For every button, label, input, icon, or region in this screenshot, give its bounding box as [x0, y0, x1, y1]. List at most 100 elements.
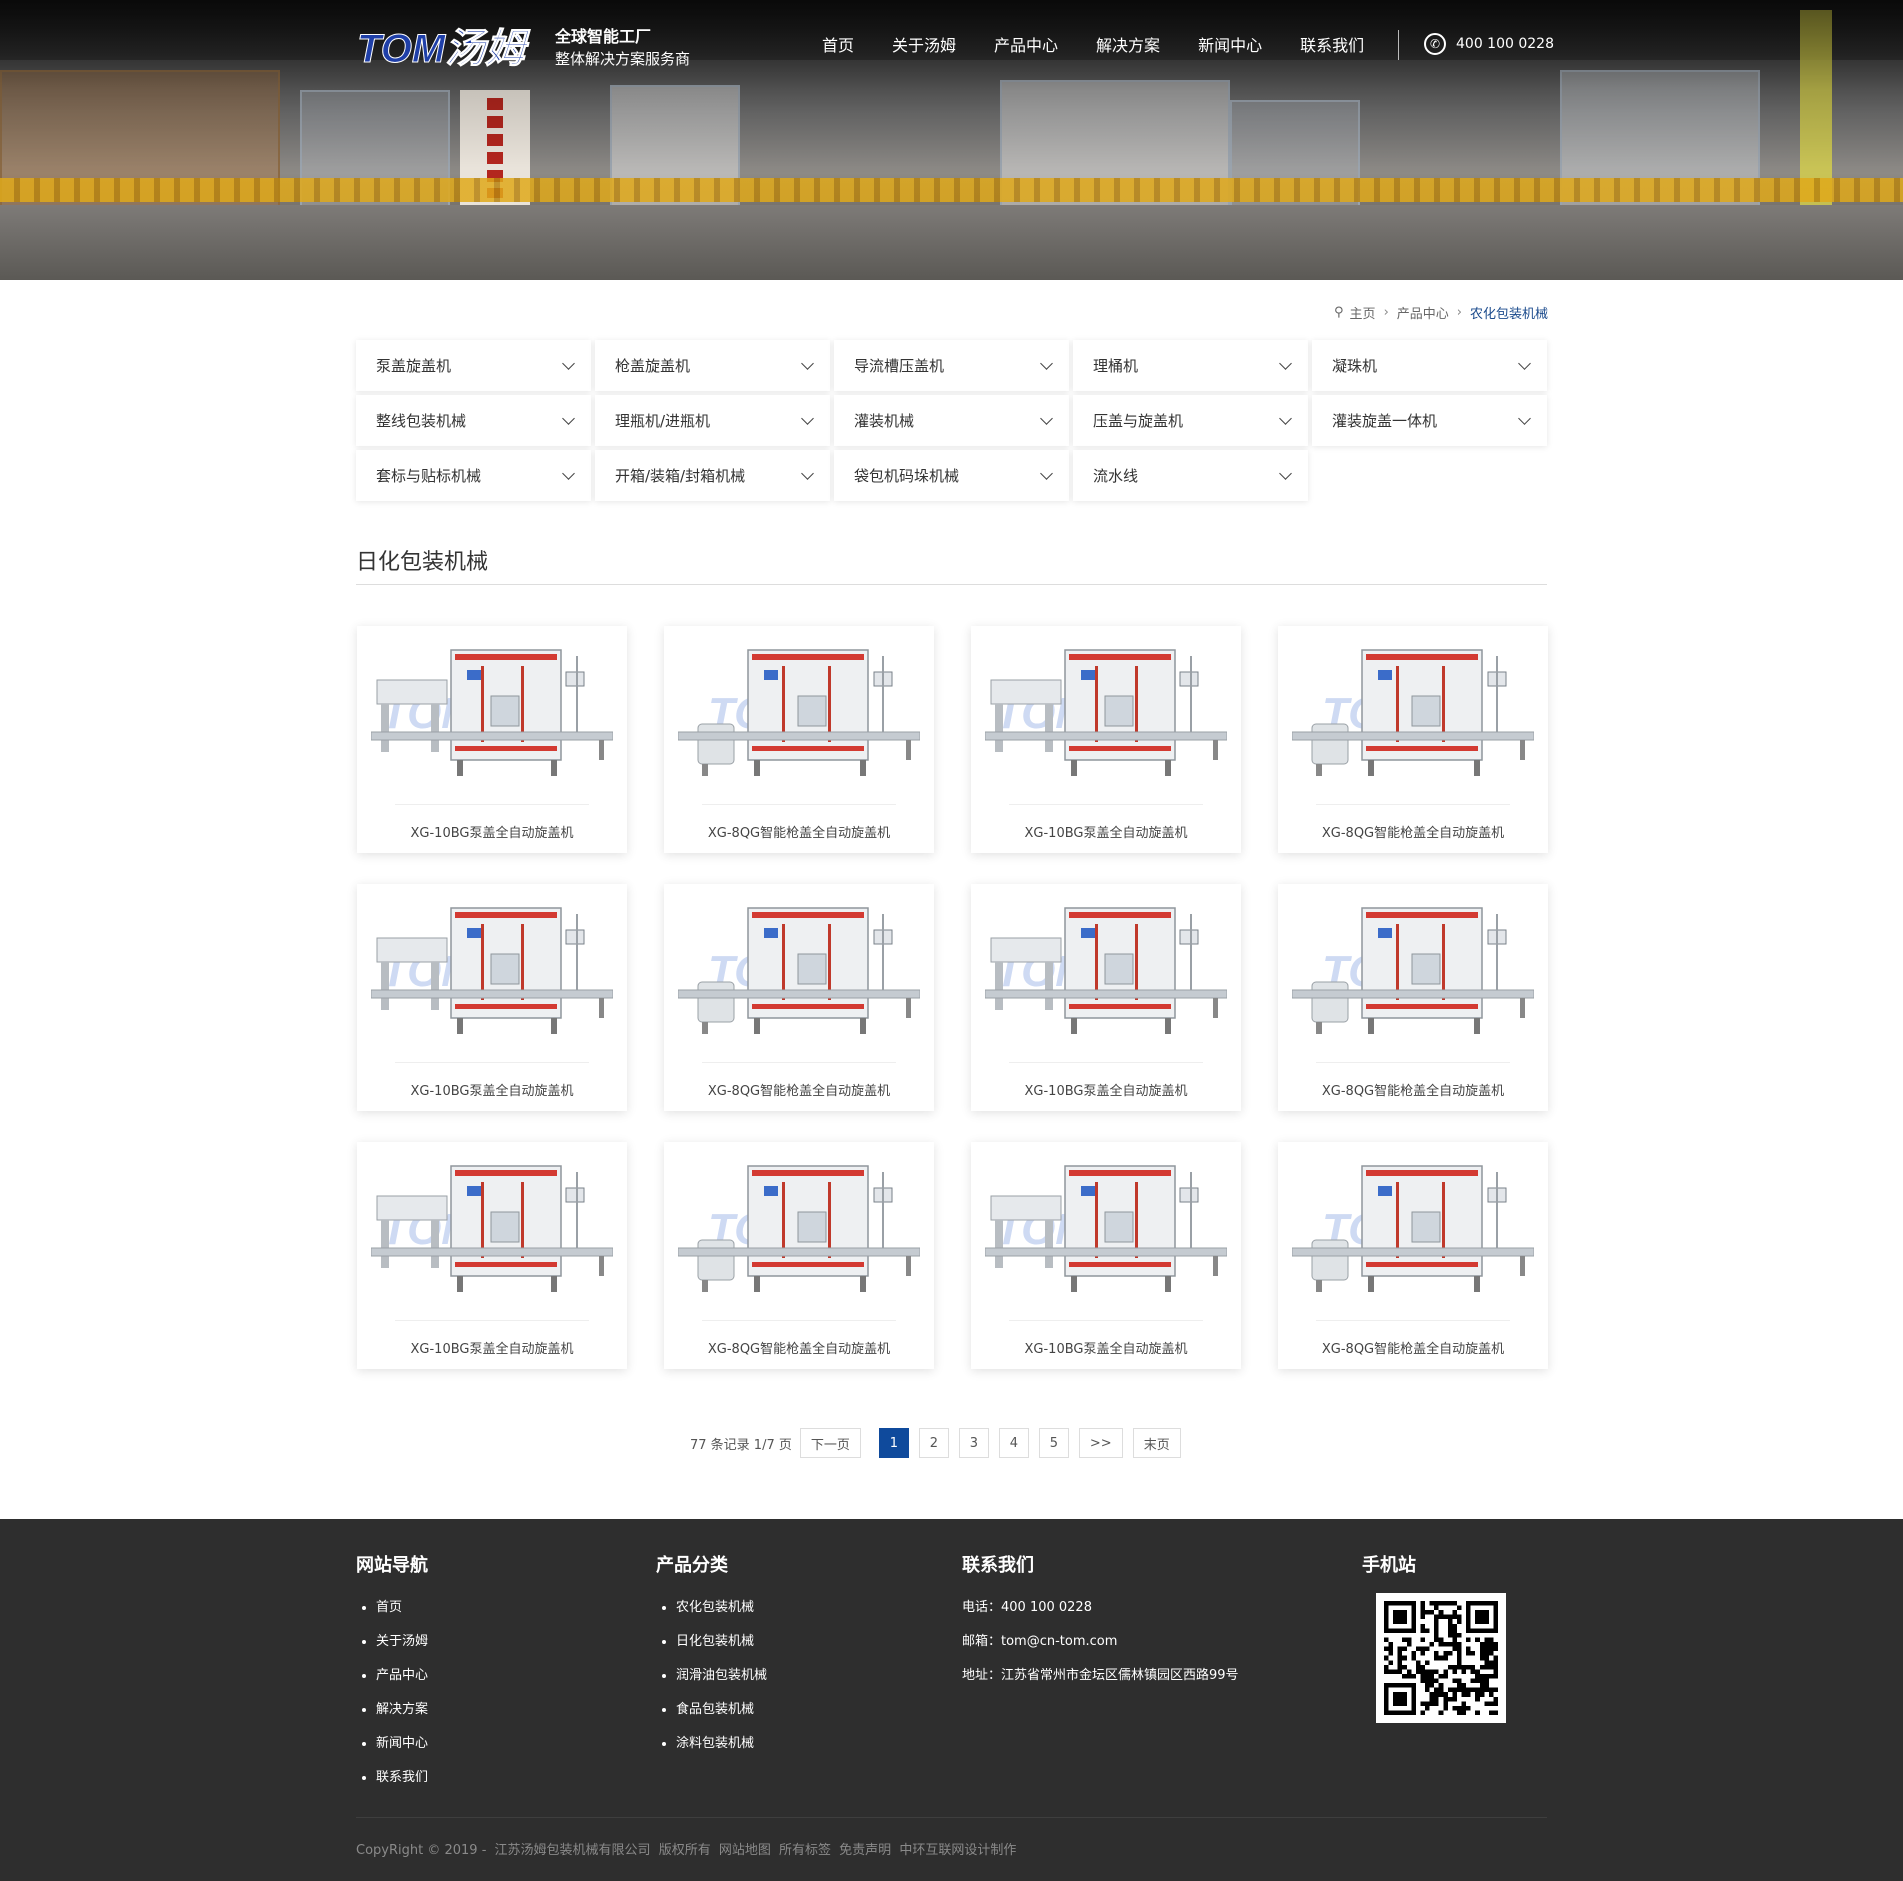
site-logo[interactable]: TOM汤姆: [355, 24, 535, 71]
category-label: 整线包装机械: [376, 412, 467, 430]
page-button[interactable]: 2: [918, 1428, 949, 1458]
nav-products[interactable]: 产品中心: [994, 34, 1058, 58]
footer-nav-link[interactable]: 首页: [356, 1591, 428, 1625]
product-name[interactable]: XG-8QG智能枪盖全自动旋盖机: [664, 1080, 934, 1099]
product-name[interactable]: XG-10BG泵盖全自动旋盖机: [971, 822, 1241, 841]
page-button[interactable]: 3: [958, 1428, 989, 1458]
nav-news[interactable]: 新闻中心: [1198, 34, 1262, 58]
chevron-down-icon: [1279, 356, 1292, 370]
breadcrumb-current[interactable]: 农化包装机械: [1470, 303, 1548, 322]
category-item[interactable]: 压盖与旋盖机: [1073, 395, 1308, 446]
footer-cat-link[interactable]: 农化包装机械: [656, 1591, 767, 1625]
footer-cat-link[interactable]: 涂料包装机械: [656, 1727, 767, 1761]
category-item[interactable]: 流水线: [1073, 450, 1308, 501]
more-pages-button[interactable]: >>: [1078, 1428, 1123, 1458]
chevron-down-icon: [1040, 466, 1053, 480]
page-button[interactable]: 4: [998, 1428, 1029, 1458]
category-item[interactable]: 灌装机械: [834, 395, 1069, 446]
page-button[interactable]: 5: [1038, 1428, 1069, 1458]
category-item[interactable]: 整线包装机械: [356, 395, 591, 446]
footer-nav: 网站导航 首页 关于汤姆 产品中心 解决方案 新闻中心 联系我们: [356, 1551, 428, 1795]
product-name[interactable]: XG-8QG智能枪盖全自动旋盖机: [664, 822, 934, 841]
breadcrumb-products[interactable]: 产品中心: [1397, 303, 1449, 322]
product-name[interactable]: XG-10BG泵盖全自动旋盖机: [971, 1338, 1241, 1357]
nav-contact[interactable]: 联系我们: [1300, 34, 1364, 58]
product-image[interactable]: TOM: [1291, 894, 1535, 1044]
category-label: 理桶机: [1093, 357, 1139, 375]
product-card[interactable]: TOM XG-10BG泵盖全自动旋盖机: [971, 626, 1241, 853]
product-image[interactable]: TOM: [1291, 1152, 1535, 1302]
product-card[interactable]: TOM XG-8QG智能枪盖全自动旋盖机: [664, 626, 934, 853]
disclaimer-link[interactable]: 免责声明: [839, 1843, 891, 1858]
category-item[interactable]: 凝珠机: [1312, 340, 1547, 391]
nav-about[interactable]: 关于汤姆: [892, 34, 956, 58]
breadcrumb-home[interactable]: 主页: [1350, 303, 1376, 322]
category-item[interactable]: 袋包机码垛机械: [834, 450, 1069, 501]
product-image[interactable]: TOM: [370, 1152, 614, 1302]
footer-nav-link[interactable]: 解决方案: [356, 1693, 428, 1727]
maker-link[interactable]: 中环互联网设计制作: [899, 1843, 1016, 1858]
product-name[interactable]: XG-10BG泵盖全自动旋盖机: [357, 822, 627, 841]
category-item[interactable]: 灌装旋盖一体机: [1312, 395, 1547, 446]
next-page-button[interactable]: 下一页: [799, 1428, 861, 1458]
product-image[interactable]: TOM: [677, 1152, 921, 1302]
category-item[interactable]: 理瓶机/进瓶机: [595, 395, 830, 446]
chevron-down-icon: [1279, 466, 1292, 480]
product-name[interactable]: XG-10BG泵盖全自动旋盖机: [357, 1080, 627, 1099]
footer-categories: 产品分类 农化包装机械 日化包装机械 润滑油包装机械 食品包装机械 涂料包装机械: [656, 1551, 767, 1761]
product-card[interactable]: TOM XG-10BG泵盖全自动旋盖机: [357, 884, 627, 1111]
page-button[interactable]: 1: [878, 1428, 909, 1458]
footer-nav-link[interactable]: 产品中心: [356, 1659, 428, 1693]
product-name[interactable]: XG-10BG泵盖全自动旋盖机: [357, 1338, 627, 1357]
location-pin-icon: ⚲: [1334, 305, 1344, 320]
category-item[interactable]: 理桶机: [1073, 340, 1308, 391]
category-item[interactable]: 枪盖旋盖机: [595, 340, 830, 391]
product-card[interactable]: TOM XG-10BG泵盖全自动旋盖机: [357, 1142, 627, 1369]
footer-nav-link[interactable]: 联系我们: [356, 1761, 428, 1795]
company-link[interactable]: 江苏汤姆包装机械有限公司: [495, 1843, 651, 1858]
product-image[interactable]: TOM: [984, 894, 1228, 1044]
product-name[interactable]: XG-8QG智能枪盖全自动旋盖机: [1278, 822, 1548, 841]
last-page-button[interactable]: 末页: [1132, 1428, 1181, 1458]
chevron-right-icon: ›: [1383, 305, 1389, 320]
footer-cat-link[interactable]: 食品包装机械: [656, 1693, 767, 1727]
product-grid: TOM XG-10BG泵盖全自动旋盖机 TOM: [357, 626, 1548, 1369]
nav-home[interactable]: 首页: [822, 34, 854, 58]
footer-nav-link[interactable]: 新闻中心: [356, 1727, 428, 1761]
product-card[interactable]: TOM XG-8QG智能枪盖全自动旋盖机: [1278, 884, 1548, 1111]
footer-email[interactable]: 邮箱：tom@cn-tom.com: [962, 1625, 1239, 1659]
footer-cat-link[interactable]: 润滑油包装机械: [656, 1659, 767, 1693]
footer-nav-link[interactable]: 关于汤姆: [356, 1625, 428, 1659]
product-image[interactable]: TOM: [677, 894, 921, 1044]
product-card[interactable]: TOM XG-8QG智能枪盖全自动旋盖机: [1278, 1142, 1548, 1369]
footer-phone: 电话：400 100 0228: [962, 1600, 1092, 1615]
product-card[interactable]: TOM XG-8QG智能枪盖全自动旋盖机: [664, 1142, 934, 1369]
product-image[interactable]: TOM: [984, 636, 1228, 786]
product-card[interactable]: TOM XG-10BG泵盖全自动旋盖机: [357, 626, 627, 853]
product-image[interactable]: TOM: [1291, 636, 1535, 786]
footer-cat-link[interactable]: 日化包装机械: [656, 1625, 767, 1659]
product-name[interactable]: XG-8QG智能枪盖全自动旋盖机: [1278, 1080, 1548, 1099]
tags-link[interactable]: 所有标签: [779, 1843, 831, 1858]
product-card[interactable]: TOM XG-8QG智能枪盖全自动旋盖机: [1278, 626, 1548, 853]
category-item[interactable]: 开箱/装箱/封箱机械: [595, 450, 830, 501]
category-item[interactable]: 套标与贴标机械: [356, 450, 591, 501]
product-image[interactable]: TOM: [370, 894, 614, 1044]
product-name[interactable]: XG-10BG泵盖全自动旋盖机: [971, 1080, 1241, 1099]
chevron-down-icon: [1040, 411, 1053, 425]
sitemap-link[interactable]: 网站地图: [719, 1843, 771, 1858]
category-item[interactable]: 导流槽压盖机: [834, 340, 1069, 391]
product-name[interactable]: XG-8QG智能枪盖全自动旋盖机: [664, 1338, 934, 1357]
product-card[interactable]: TOM XG-10BG泵盖全自动旋盖机: [971, 1142, 1241, 1369]
product-image[interactable]: TOM: [370, 636, 614, 786]
product-card[interactable]: TOM XG-8QG智能枪盖全自动旋盖机: [664, 884, 934, 1111]
footer-divider: [356, 1817, 1547, 1818]
category-item[interactable]: 泵盖旋盖机: [356, 340, 591, 391]
nav-solutions[interactable]: 解决方案: [1096, 34, 1160, 58]
product-image[interactable]: TOM: [677, 636, 921, 786]
product-image[interactable]: TOM: [984, 1152, 1228, 1302]
category-label: 理瓶机/进瓶机: [615, 412, 711, 430]
product-card[interactable]: TOM XG-10BG泵盖全自动旋盖机: [971, 884, 1241, 1111]
footer: 网站导航 首页 关于汤姆 产品中心 解决方案 新闻中心 联系我们 产品分类 农化…: [0, 1519, 1903, 1881]
product-name[interactable]: XG-8QG智能枪盖全自动旋盖机: [1278, 1338, 1548, 1357]
